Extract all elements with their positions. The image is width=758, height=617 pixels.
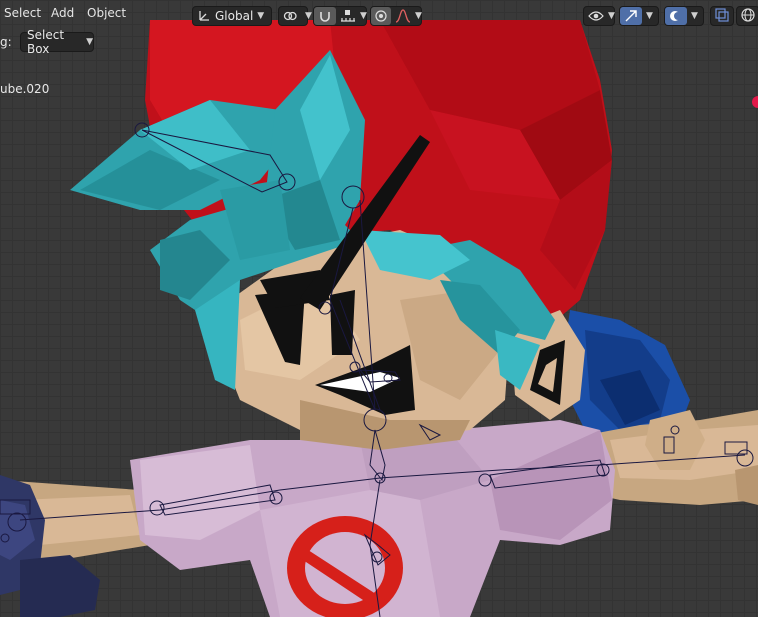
eye-icon	[584, 7, 608, 25]
overlays-icon[interactable]	[665, 7, 687, 25]
snap-increment-icon[interactable]	[336, 7, 360, 25]
wireframe-sphere-icon	[741, 7, 755, 25]
overlays-group[interactable]: ▼	[664, 6, 704, 26]
gizmo-group[interactable]: ▼	[619, 6, 659, 26]
menu-add[interactable]: Add	[51, 6, 74, 20]
falloff-curve-icon[interactable]	[391, 7, 415, 25]
proportional-edit-group[interactable]: ▼	[370, 6, 422, 26]
axes-icon	[193, 7, 215, 25]
drag-label: g:	[0, 35, 12, 49]
orientation-value: Global	[215, 9, 254, 23]
visibility-dropdown[interactable]: ▼	[583, 6, 615, 26]
chevron-down-icon: ▼	[360, 11, 367, 21]
select-mode-value: Select Box	[27, 28, 65, 56]
menu-object[interactable]: Object	[87, 6, 126, 20]
chevron-down-icon: ▼	[86, 37, 93, 47]
gizmo-icon[interactable]	[620, 7, 642, 25]
shading-wireframe-button[interactable]	[736, 6, 758, 26]
chevron-down-icon: ▼	[257, 11, 265, 21]
shirt-logo	[287, 516, 403, 617]
chevron-down-icon: ▼	[608, 11, 615, 21]
chevron-down-icon: ▼	[691, 11, 698, 21]
snap-group[interactable]: ▼	[313, 6, 367, 26]
magnet-icon[interactable]	[314, 7, 336, 25]
xray-toggle[interactable]	[710, 6, 734, 26]
xray-icon	[715, 7, 729, 25]
transform-orientation-dropdown[interactable]: Global ▼	[192, 6, 272, 26]
object-name-overlay: ube.020	[0, 82, 50, 96]
select-mode-dropdown[interactable]: Select Box ▼	[20, 28, 94, 56]
proportional-edit-icon[interactable]	[371, 7, 391, 25]
chevron-down-icon: ▼	[415, 11, 422, 21]
menu-select[interactable]: Select	[4, 6, 41, 20]
pivot-dropdown[interactable]: ▼	[278, 6, 312, 26]
chevron-down-icon: ▼	[305, 11, 312, 21]
3d-viewport[interactable]	[0, 0, 758, 617]
pivot-icon	[279, 7, 301, 25]
chevron-down-icon: ▼	[646, 11, 653, 21]
